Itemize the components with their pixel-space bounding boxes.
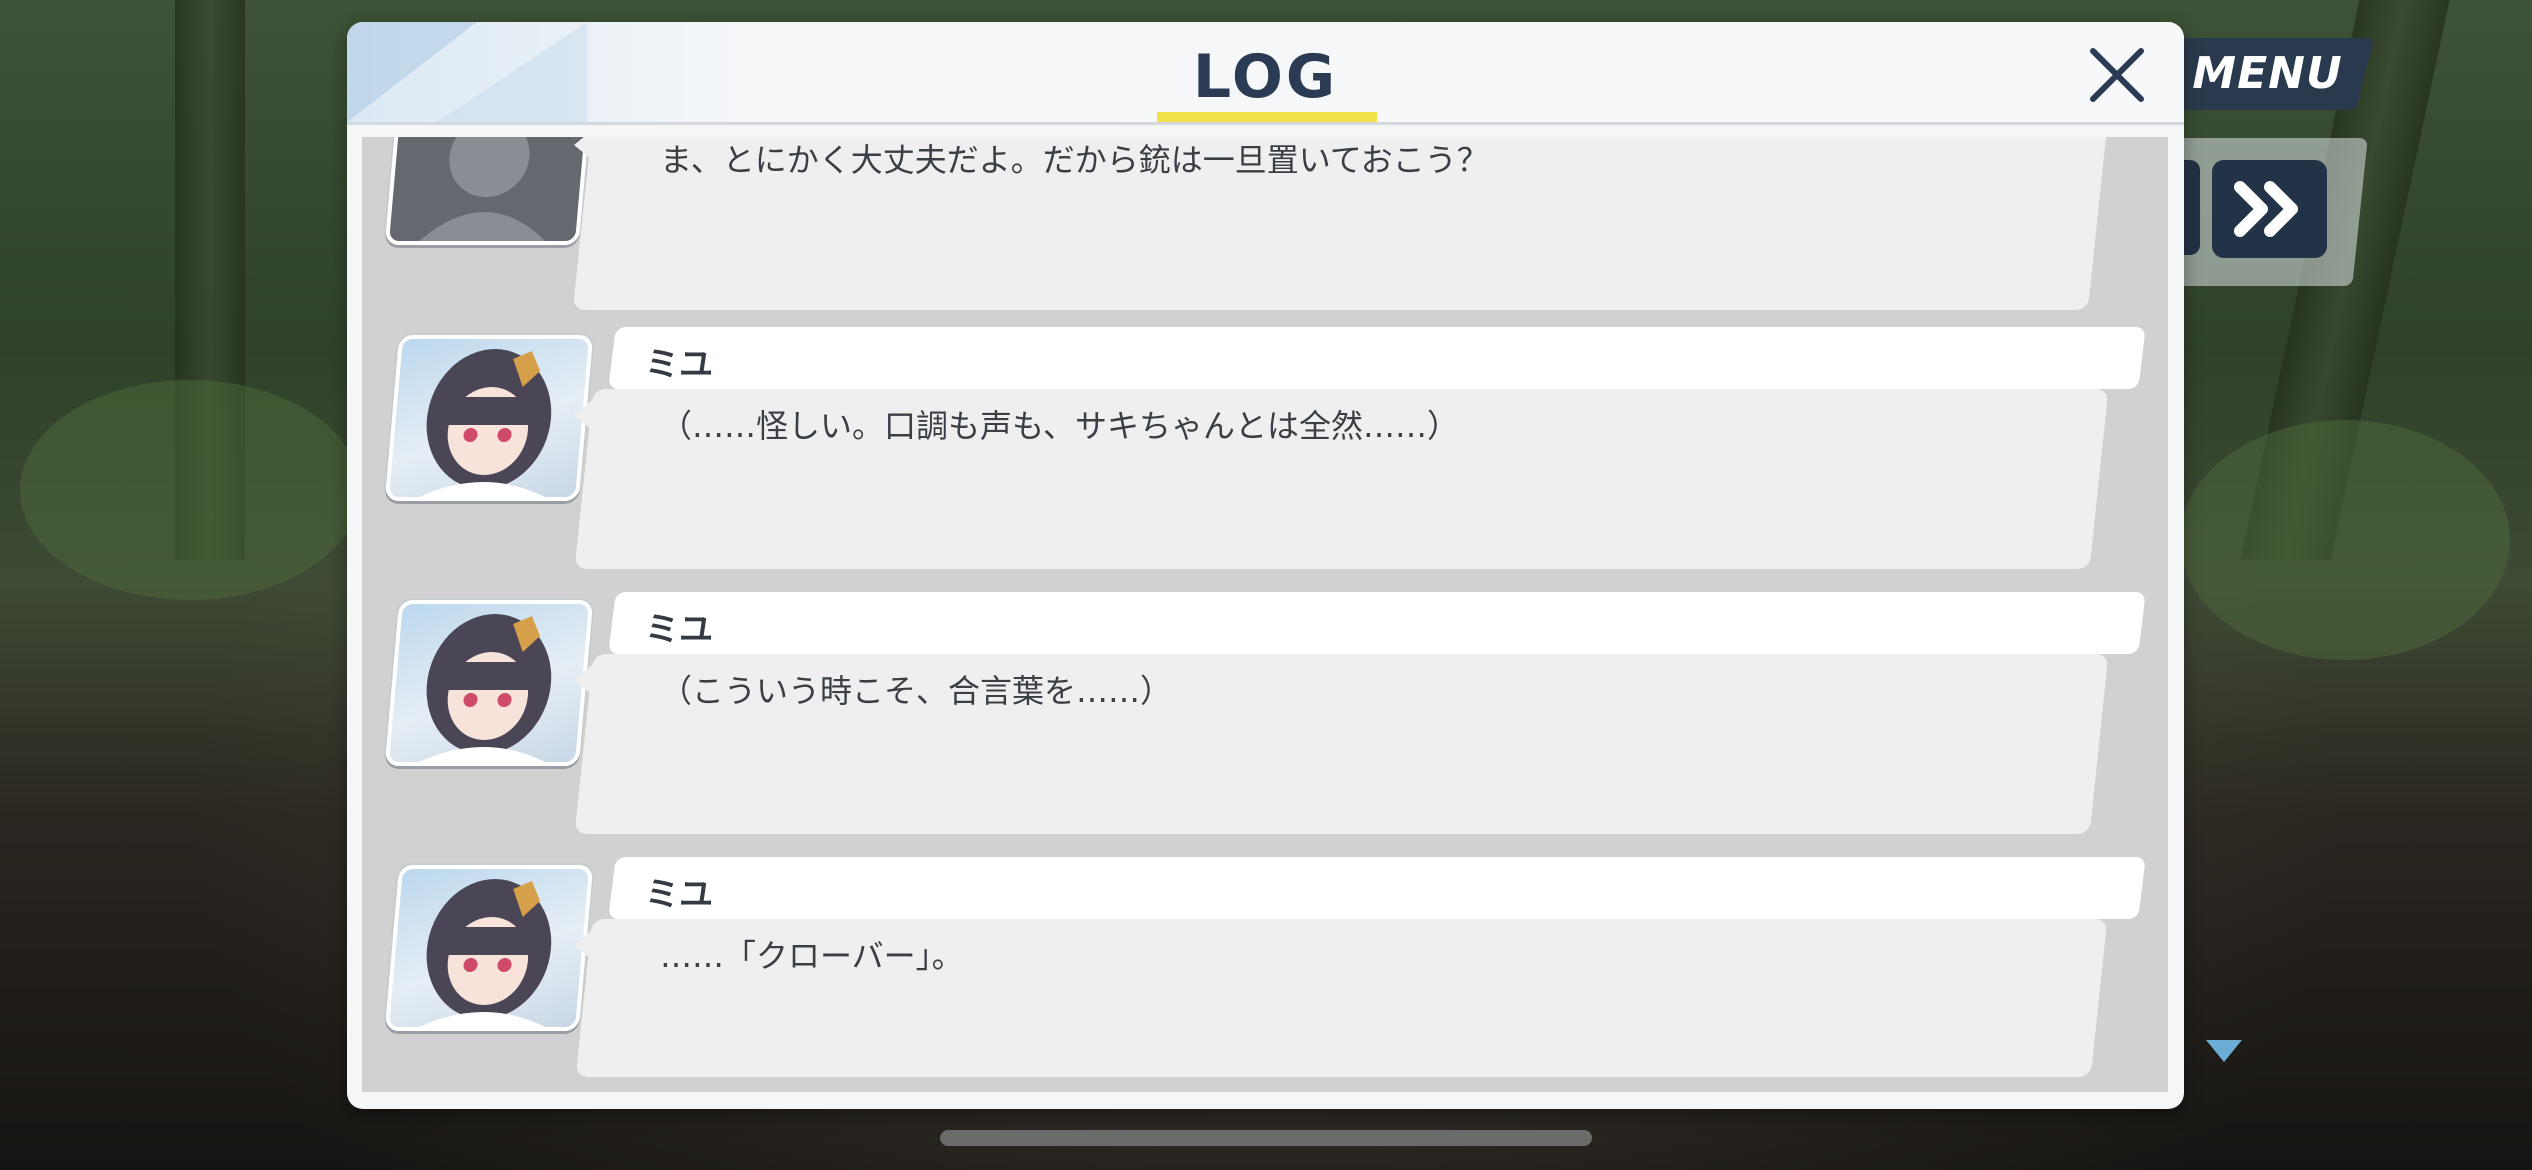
speaker-name-bar	[608, 592, 2146, 654]
miyu-portrait	[384, 600, 594, 766]
miyu-portrait	[384, 865, 594, 1031]
dialogue-text: （こういう時こそ、合言葉を……）	[660, 672, 1173, 710]
header-divider	[347, 122, 2184, 125]
log-header: LOG	[347, 22, 2184, 122]
dialogue-text: （……怪しい。口調も声も、サキちゃんとは全然……）	[660, 407, 1460, 445]
log-title: LOG	[1192, 42, 1339, 112]
close-button[interactable]	[2082, 40, 2152, 110]
dialogue-text: ま、とにかく大丈夫だよ。だから銃は一旦置いておこう？	[660, 141, 1489, 179]
miyu-portrait	[384, 335, 594, 501]
foliage	[2180, 420, 2510, 660]
speaker-name: ミユ	[645, 875, 713, 915]
title-underline	[1157, 112, 1377, 122]
close-icon	[2090, 48, 2144, 102]
speaker-name: ミユ	[645, 345, 713, 385]
menu-button[interactable]: MENU	[2161, 38, 2374, 110]
down-triangle-icon	[2206, 1040, 2242, 1062]
speech-pointer	[574, 397, 596, 433]
speaker-name-bar	[608, 327, 2146, 389]
speaker-name-bar	[608, 857, 2146, 919]
speech-pointer	[574, 662, 596, 698]
character-portrait-icon	[419, 349, 552, 497]
character-portrait-icon	[419, 614, 552, 762]
speech-pointer	[574, 927, 596, 963]
log-dialog: LOG ま、とにかく大丈夫だよ。だから銃は一旦置いておこう？ ミユ （……怪しい…	[347, 22, 2184, 1109]
person-silhouette-icon	[419, 137, 546, 241]
menu-label: MENU	[2192, 48, 2343, 99]
home-indicator-bar[interactable]	[940, 1130, 1592, 1146]
log-list[interactable]: ま、とにかく大丈夫だよ。だから銃は一旦置いておこう？ ミユ （……怪しい。口調も…	[362, 137, 2168, 1092]
skip-button[interactable]	[2212, 160, 2327, 258]
silhouette-avatar	[384, 137, 594, 245]
dialogue-text: ……「クローバー」。	[660, 937, 964, 975]
speech-pointer	[574, 137, 596, 163]
character-portrait-icon	[419, 879, 552, 1027]
foliage	[20, 380, 360, 600]
fast-forward-icon	[2233, 181, 2298, 237]
speaker-name: ミユ	[645, 610, 713, 650]
header-decoration	[437, 22, 587, 122]
